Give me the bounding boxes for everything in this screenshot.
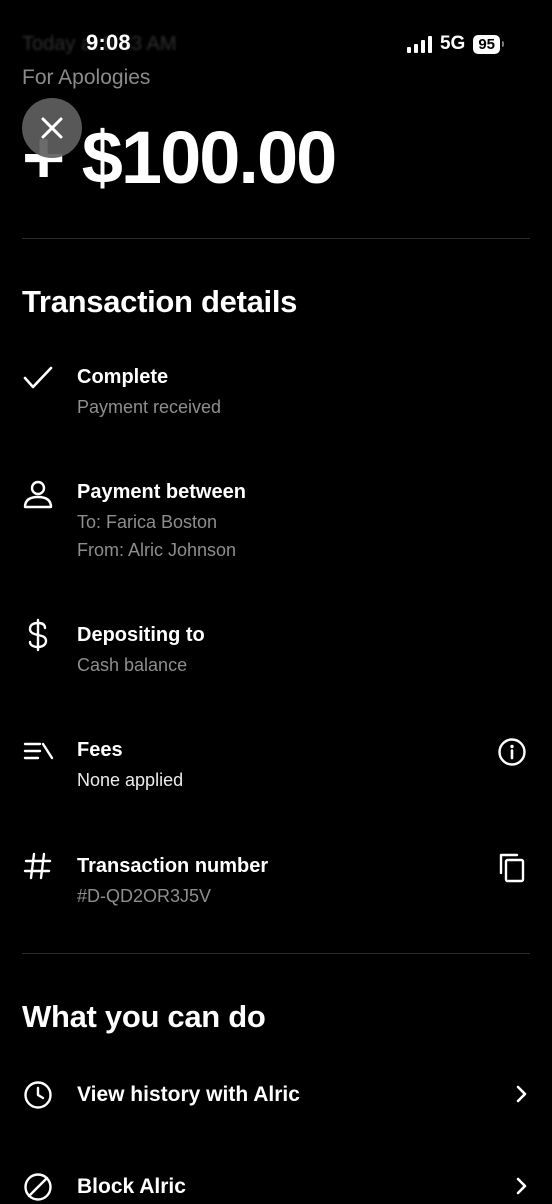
detail-line-sender: From: Alric Johnson — [77, 540, 237, 560]
detail-title-status: Complete — [77, 366, 169, 388]
status-time: 9:08 — [86, 30, 131, 55]
status-indicators: 5G 95 — [406, 33, 504, 55]
view-history-link[interactable]: View history with Alric — [77, 1083, 300, 1107]
detail-title-destination: Depositing to — [77, 624, 205, 646]
chevron-right-icon[interactable] — [512, 1174, 530, 1198]
network-label: 5G — [439, 33, 466, 54]
divider — [22, 953, 530, 954]
detail-title-fees: Fees — [77, 739, 123, 761]
clock-icon — [22, 1078, 56, 1112]
section-title-actions: What you can do — [22, 999, 266, 1034]
block-icon — [22, 1170, 56, 1204]
fees-icon — [22, 734, 56, 768]
signal-icon — [406, 35, 432, 53]
copy-icon[interactable] — [496, 851, 528, 883]
detail-title-parties: Payment between — [77, 481, 246, 503]
transaction-number-value: #D-QD2OR3J5V — [77, 886, 212, 906]
chevron-right-icon[interactable] — [512, 1082, 530, 1106]
detail-line-destination: Cash balance — [77, 655, 188, 675]
payment-note: For Apologies — [22, 66, 151, 89]
check-icon — [22, 361, 56, 395]
close-icon — [41, 117, 63, 139]
section-title-details: Transaction details — [22, 284, 298, 319]
detail-line-recipient: To: Farica Boston — [77, 512, 218, 532]
info-icon[interactable] — [496, 736, 528, 768]
block-user-link[interactable]: Block Alric — [77, 1175, 186, 1199]
detail-line-status: Payment received — [77, 397, 222, 417]
person-icon — [22, 477, 56, 511]
dollar-icon — [22, 618, 56, 652]
hash-icon — [22, 849, 56, 883]
detail-title-transaction-number: Transaction number — [77, 855, 269, 877]
battery-icon: 95 — [473, 34, 504, 54]
divider — [22, 238, 530, 239]
detail-line-fees: None applied — [77, 770, 184, 790]
close-button[interactable] — [22, 98, 82, 158]
